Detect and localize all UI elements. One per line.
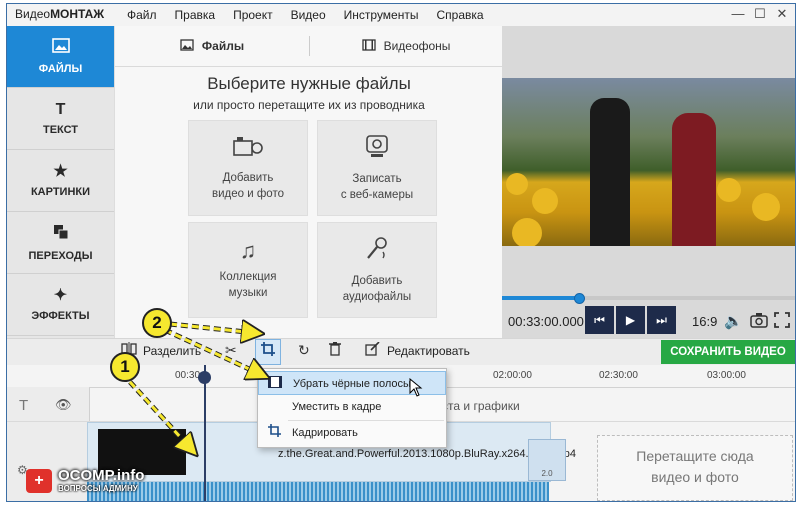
annotation-badge-1: 1: [110, 352, 140, 382]
annotation-arrows: [128, 0, 800, 506]
watermark-logo: +: [26, 469, 52, 493]
watermark-title: OCOMP.info: [58, 467, 145, 484]
watermark-subtitle: ВОПРОСЫ АДМИНУ: [58, 484, 138, 493]
annotation-badge-2: 2: [142, 308, 172, 338]
watermark: + OCOMP.info ВОПРОСЫ АДМИНУ: [26, 467, 206, 497]
